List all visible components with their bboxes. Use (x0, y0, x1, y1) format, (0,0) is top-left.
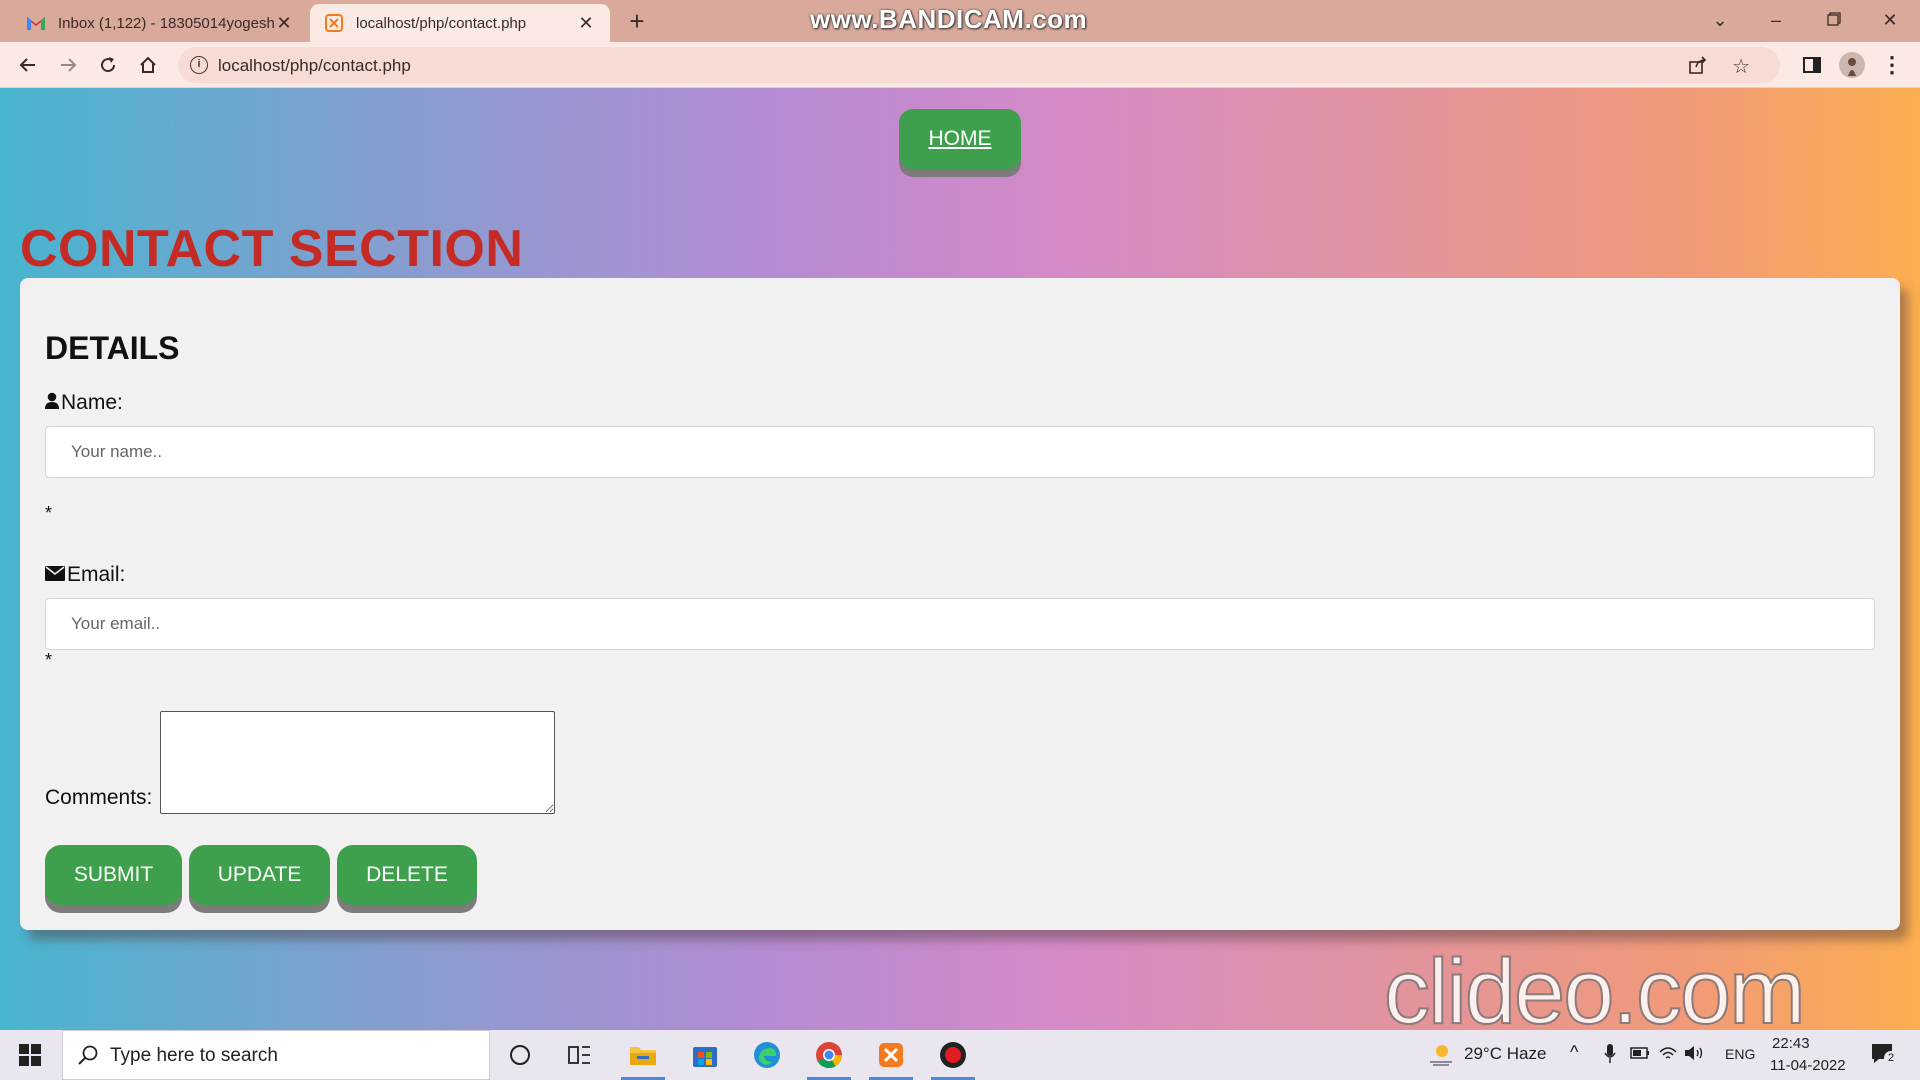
side-panel-icon[interactable] (1796, 49, 1828, 81)
wifi-icon[interactable] (1658, 1044, 1678, 1067)
delete-button[interactable]: DELETE (337, 845, 477, 905)
browser-toolbar: i localhost/php/contact.php ☆ ⋮ (0, 42, 1920, 88)
share-icon[interactable] (1688, 55, 1708, 80)
name-input[interactable] (45, 426, 1875, 478)
volume-icon[interactable] (1684, 1044, 1706, 1067)
submit-button[interactable]: SUBMIT (45, 845, 182, 905)
microsoft-store-icon[interactable] (679, 1030, 731, 1080)
task-view-icon[interactable] (554, 1030, 606, 1080)
contact-form-panel: DETAILS Name: * Email: * Comments: SUBMI… (20, 278, 1900, 930)
required-marker: * (45, 503, 53, 523)
form-title: DETAILS (45, 330, 180, 366)
clideo-watermark: clideo.com (1383, 940, 1807, 1030)
email-input[interactable] (45, 598, 1875, 650)
address-bar[interactable]: i localhost/php/contact.php ☆ (178, 47, 1780, 83)
taskbar-search-box[interactable]: Type here to search (62, 1030, 490, 1080)
windows-start-icon[interactable] (10, 1040, 50, 1070)
name-label: Name: (45, 391, 123, 415)
bandicam-watermark: www.BANDICAM.com (810, 4, 1088, 34)
required-marker: * (45, 650, 53, 670)
forward-arrow-icon[interactable] (52, 49, 84, 81)
edge-browser-icon[interactable] (741, 1030, 793, 1080)
restore-button[interactable] (1814, 4, 1854, 36)
language-indicator[interactable]: ENG (1725, 1046, 1755, 1062)
profile-avatar[interactable] (1836, 49, 1868, 81)
bookmark-star-icon[interactable]: ☆ (1732, 54, 1750, 79)
update-button[interactable]: UPDATE (189, 845, 330, 905)
menu-kebab-icon[interactable]: ⋮ (1876, 49, 1908, 81)
file-explorer-icon[interactable] (617, 1030, 669, 1080)
page-title: CONTACT SECTION (20, 220, 524, 278)
clock-time[interactable]: 22:43 (1772, 1035, 1810, 1052)
microphone-icon[interactable] (1604, 1044, 1616, 1069)
comments-textarea[interactable] (160, 711, 555, 814)
minimize-button[interactable]: – (1756, 4, 1796, 36)
notification-count: 2 (1884, 1051, 1898, 1065)
close-window-button[interactable]: ✕ (1870, 4, 1910, 36)
tab-search-icon[interactable]: ⌄ (1700, 4, 1740, 36)
reload-icon[interactable] (92, 49, 124, 81)
page-viewport: HOME CONTACT SECTION DETAILS Name: * Ema… (0, 88, 1920, 1030)
weather-text[interactable]: 29°C Haze (1464, 1044, 1546, 1064)
new-tab-button[interactable]: + (622, 6, 652, 36)
search-icon (77, 1044, 99, 1071)
email-label: Email: (45, 563, 125, 587)
xampp-icon[interactable] (865, 1030, 917, 1080)
tab-title: localhost/php/contact.php (356, 14, 527, 32)
browser-tab-strip: Inbox (1,122) - 18305014yogeshw ✕ localh… (0, 0, 1920, 42)
system-tray: 29°C Haze ^ ENG 22:43 11-04-2022 2 (1420, 1030, 1920, 1080)
url-text: localhost/php/contact.php (218, 56, 411, 75)
envelope-icon (45, 563, 65, 587)
clock-date[interactable]: 11-04-2022 (1770, 1057, 1846, 1074)
home-icon[interactable] (132, 49, 164, 81)
back-arrow-icon[interactable] (12, 49, 44, 81)
user-icon (45, 391, 59, 415)
windows-taskbar: Type here to search 29°C Haze ^ ENG 22:4… (0, 1030, 1920, 1080)
search-placeholder: Type here to search (110, 1045, 278, 1066)
email-label-text: Email: (67, 563, 126, 586)
notifications-icon[interactable]: 2 (1870, 1042, 1898, 1071)
tab-contact-page[interactable]: localhost/php/contact.php ✕ (310, 4, 610, 42)
close-tab-icon[interactable]: ✕ (576, 13, 596, 34)
chevron-up-icon[interactable]: ^ (1570, 1042, 1578, 1063)
name-label-text: Name: (61, 391, 123, 414)
comments-label: Comments: (45, 786, 153, 809)
chrome-icon[interactable] (803, 1030, 855, 1080)
xampp-icon (324, 13, 344, 33)
battery-icon[interactable] (1630, 1046, 1650, 1065)
bandicam-record-icon[interactable] (927, 1030, 979, 1080)
weather-icon[interactable] (1428, 1042, 1454, 1071)
home-button[interactable]: HOME (899, 109, 1021, 169)
close-tab-icon[interactable]: ✕ (274, 13, 294, 34)
tab-gmail-inbox[interactable]: Inbox (1,122) - 18305014yogeshw ✕ (12, 4, 308, 42)
gmail-icon (26, 13, 46, 33)
site-info-icon[interactable]: i (190, 56, 208, 74)
cortana-icon[interactable] (494, 1030, 546, 1080)
tab-title: Inbox (1,122) - 18305014yogeshw (58, 14, 274, 32)
